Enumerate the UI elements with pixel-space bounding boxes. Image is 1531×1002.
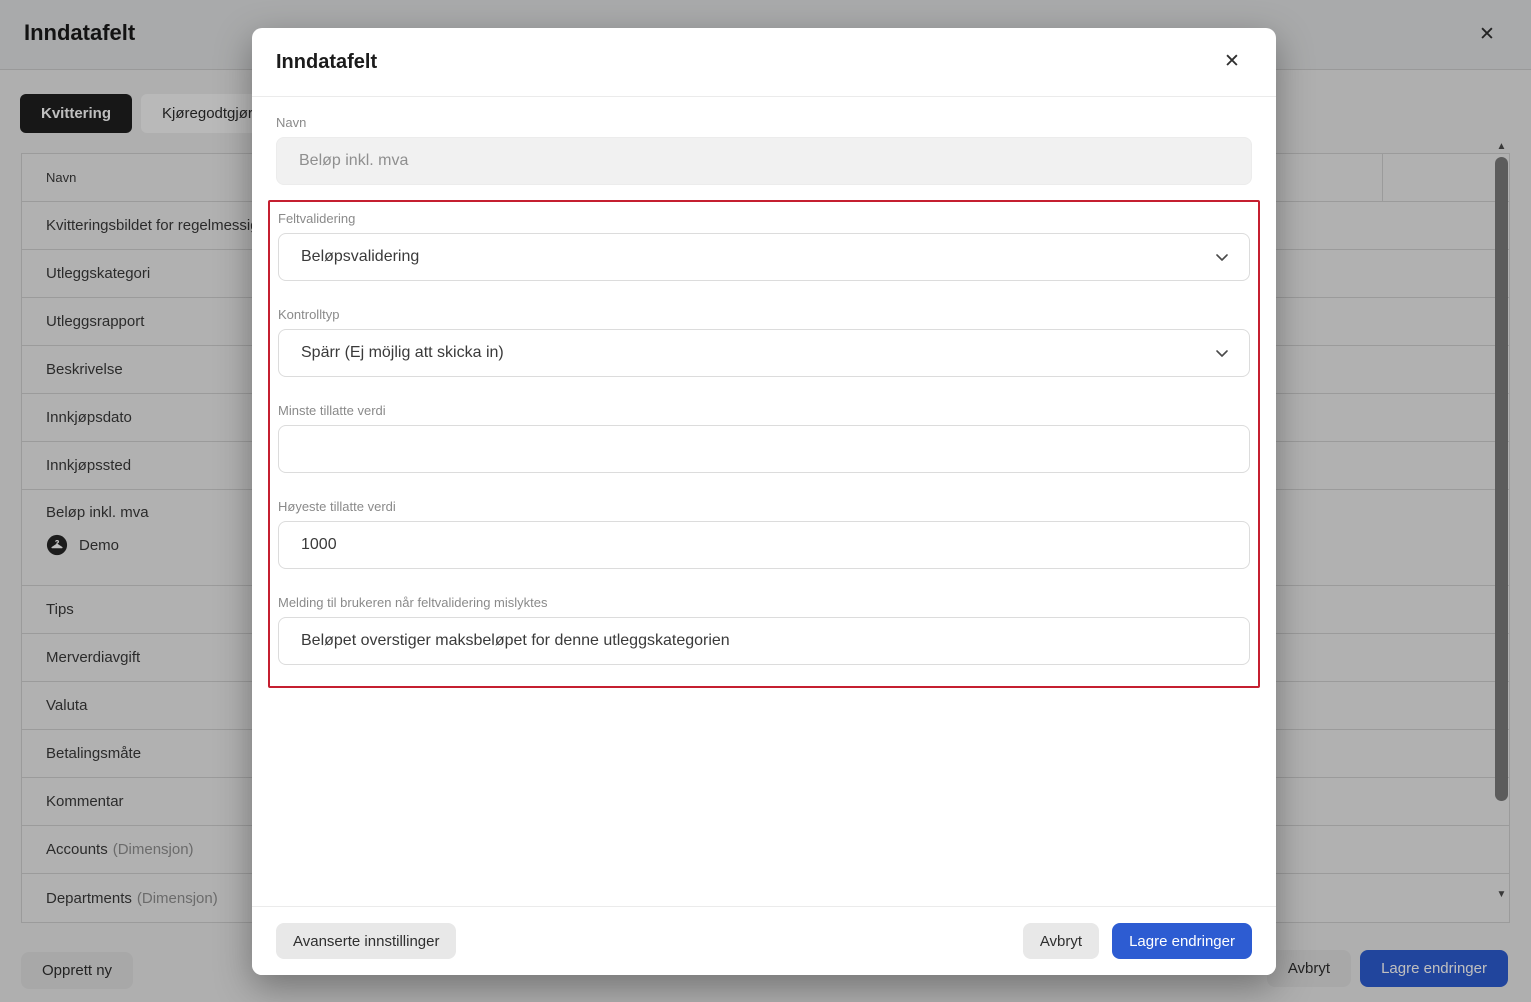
hoyeste-label: Høyeste tillatte verdi	[278, 499, 1250, 514]
kontrolltyp-value: Spärr (Ej möjlig att skicka in)	[301, 344, 504, 362]
minste-group: Minste tillatte verdi	[278, 403, 1250, 473]
minste-input[interactable]	[278, 425, 1250, 473]
hoyeste-group: Høyeste tillatte verdi	[278, 499, 1250, 569]
kontrolltyp-select[interactable]: Spärr (Ej möjlig att skicka in)	[278, 329, 1250, 377]
modal-footer: Avanserte innstillinger Avbryt Lagre end…	[252, 906, 1276, 975]
modal-cancel-button[interactable]: Avbryt	[1023, 923, 1099, 959]
modal-title: Inndatafelt	[276, 51, 377, 74]
chevron-down-icon	[1214, 345, 1230, 361]
navn-field-group: Navn	[276, 115, 1252, 185]
navn-label: Navn	[276, 115, 1252, 130]
modal-header: Inndatafelt ✕	[252, 28, 1276, 97]
modal-body: Navn Feltvalidering Beløpsvalidering Kon…	[252, 97, 1276, 688]
navn-input[interactable]	[276, 137, 1252, 185]
feltvalidering-label: Feltvalidering	[278, 211, 1250, 226]
inndatafelt-modal: Inndatafelt ✕ Navn Feltvalidering Beløps…	[252, 28, 1276, 975]
modal-close-icon[interactable]: ✕	[1220, 50, 1244, 74]
modal-save-button[interactable]: Lagre endringer	[1112, 923, 1252, 959]
kontrolltyp-label: Kontrolltyp	[278, 307, 1250, 322]
feltvalidering-group: Feltvalidering Beløpsvalidering	[278, 211, 1250, 281]
validation-highlight-box: Feltvalidering Beløpsvalidering Kontroll…	[268, 200, 1260, 688]
kontrolltyp-group: Kontrolltyp Spärr (Ej möjlig att skicka …	[278, 307, 1250, 377]
feltvalidering-value: Beløpsvalidering	[301, 248, 419, 266]
melding-input[interactable]	[278, 617, 1250, 665]
hoyeste-input[interactable]	[278, 521, 1250, 569]
minste-label: Minste tillatte verdi	[278, 403, 1250, 418]
advanced-settings-button[interactable]: Avanserte innstillinger	[276, 923, 456, 959]
feltvalidering-select[interactable]: Beløpsvalidering	[278, 233, 1250, 281]
melding-label: Melding til brukeren når feltvalidering …	[278, 595, 1250, 610]
chevron-down-icon	[1214, 249, 1230, 265]
melding-group: Melding til brukeren når feltvalidering …	[278, 595, 1250, 665]
